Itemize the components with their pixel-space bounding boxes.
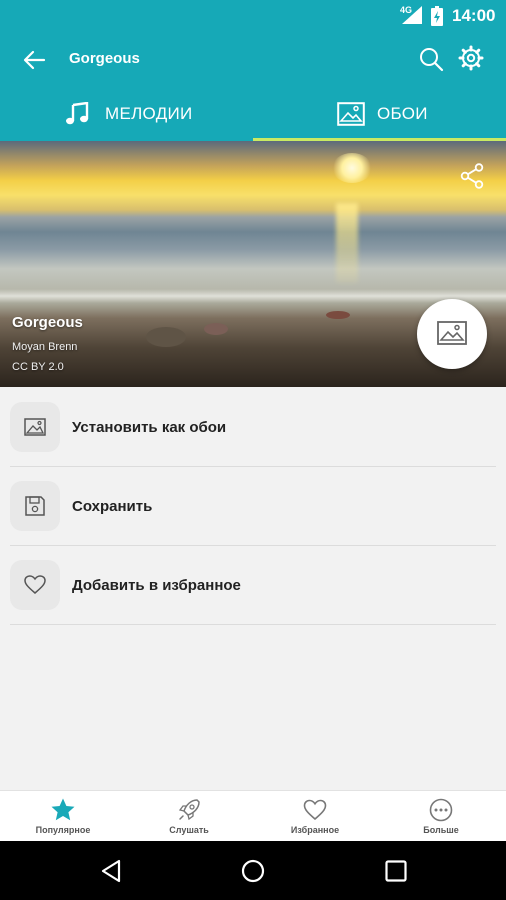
- nav-more[interactable]: Больше: [378, 791, 504, 842]
- sun-reflection: [336, 203, 358, 283]
- rocket-icon: [178, 799, 200, 821]
- wallpaper-license: CC BY 2.0: [12, 361, 64, 373]
- app-bar: Gorgeous: [0, 32, 506, 88]
- tab-bar: МЕЛОДИИ ОБОИ: [0, 88, 506, 141]
- star-icon: [51, 798, 75, 821]
- nav-listen[interactable]: Слушать: [126, 791, 252, 842]
- tab-wallpapers[interactable]: ОБОИ: [253, 88, 506, 141]
- nav-label: Больше: [423, 825, 459, 835]
- action-set-wallpaper[interactable]: Установить как обои: [10, 388, 496, 467]
- wallpaper-author: Moyan Brenn: [12, 341, 78, 353]
- rock: [204, 323, 228, 335]
- heart-icon: [24, 575, 46, 594]
- back-arrow-icon[interactable]: [20, 46, 48, 74]
- action-icon-box: [10, 560, 60, 610]
- wallpaper-title: Gorgeous: [12, 314, 83, 331]
- sun: [332, 153, 372, 183]
- image-icon: [337, 102, 365, 126]
- home-circle-icon[interactable]: [240, 858, 266, 884]
- share-icon[interactable]: [460, 163, 484, 189]
- bottom-navigation: Популярное Слушать Избранное Больше: [0, 790, 506, 841]
- tab-label: МЕЛОДИИ: [105, 104, 193, 123]
- nav-label: Избранное: [290, 825, 340, 835]
- heart-icon: [303, 799, 327, 821]
- clock: 14:00: [452, 6, 496, 25]
- page-title: Gorgeous: [69, 50, 140, 67]
- action-label: Установить как обои: [72, 419, 227, 436]
- search-icon[interactable]: [418, 46, 444, 72]
- signal-icon: [402, 6, 422, 24]
- rock: [326, 311, 350, 319]
- action-icon-box: [10, 481, 60, 531]
- set-wallpaper-fab[interactable]: [417, 299, 487, 369]
- action-save[interactable]: Сохранить: [10, 467, 496, 546]
- nav-label: Слушать: [169, 825, 209, 835]
- nav-popular[interactable]: Популярное: [0, 791, 126, 842]
- more-icon: [429, 798, 453, 822]
- back-triangle-icon[interactable]: [98, 858, 124, 884]
- tab-label: ОБОИ: [377, 104, 428, 123]
- wave-foam: [0, 289, 506, 303]
- recents-square-icon[interactable]: [383, 858, 409, 884]
- battery-charging-icon: [431, 6, 443, 26]
- system-navigation-bar: [0, 841, 506, 900]
- image-icon: [437, 321, 467, 345]
- tab-melodies[interactable]: МЕЛОДИИ: [0, 88, 253, 141]
- action-label: Сохранить: [72, 498, 153, 515]
- nav-label: Популярное: [35, 825, 91, 835]
- rock: [146, 327, 186, 347]
- action-label: Добавить в избранное: [72, 577, 241, 594]
- action-icon-box: [10, 402, 60, 452]
- save-icon: [25, 496, 45, 516]
- nav-favorites[interactable]: Избранное: [252, 791, 378, 842]
- image-icon: [24, 418, 46, 436]
- gear-icon[interactable]: [458, 45, 484, 71]
- status-bar: 4G 14:00: [0, 0, 506, 32]
- action-add-favorite[interactable]: Добавить в избранное: [10, 546, 496, 625]
- music-note-icon: [66, 102, 89, 125]
